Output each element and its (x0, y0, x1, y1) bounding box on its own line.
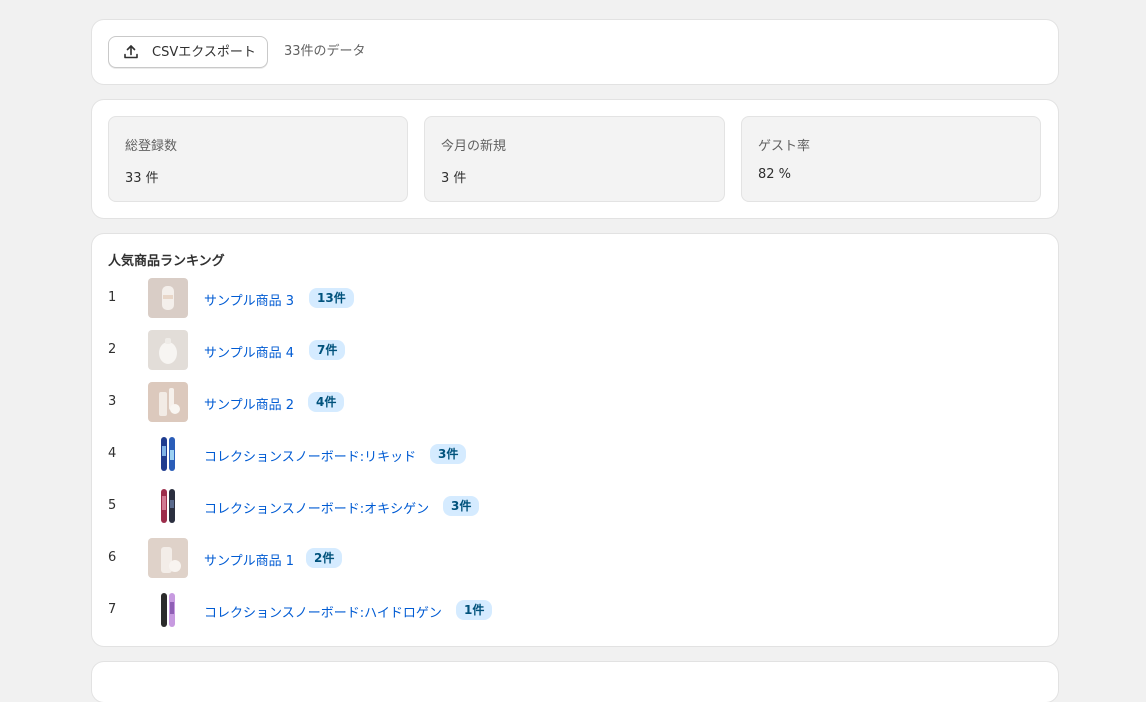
stat-value: 3 件 (441, 171, 467, 186)
rank-number: 4 (108, 446, 117, 461)
upload-icon (123, 44, 139, 60)
count-badge: 3件 (430, 444, 467, 464)
stat-new-this-month: 今月の新規 3 件 (424, 116, 725, 202)
product-thumbnail[interactable] (148, 486, 188, 526)
product-thumbnail[interactable] (148, 278, 188, 318)
stat-label: 今月の新規 (441, 139, 507, 154)
product-link[interactable]: サンプル商品 4 (204, 342, 294, 361)
ranking-row: 4 コレクションスノーボード:リキッド 3件 (108, 434, 1038, 474)
ranking-row: 3 サンプル商品 2 4件 (108, 382, 1038, 422)
product-link[interactable]: サンプル商品 2 (204, 394, 294, 413)
rank-number: 2 (108, 342, 117, 357)
toolbar-card: CSVエクスポート 33件のデータ (92, 20, 1058, 84)
ranking-row: 5 コレクションスノーボード:オキシゲン 3件 (108, 486, 1038, 526)
rank-number: 7 (108, 602, 117, 617)
product-link[interactable]: コレクションスノーボード:ハイドロゲン (204, 602, 442, 621)
ranking-card: 人気商品ランキング 1 サンプル商品 3 13件 2 サンプル商品 4 7件 3 (92, 234, 1058, 646)
count-badge: 3件 (443, 496, 480, 516)
count-badge: 13件 (309, 288, 354, 308)
stat-value: 82 % (758, 167, 792, 182)
ranking-row: 2 サンプル商品 4 7件 (108, 330, 1038, 370)
rank-number: 3 (108, 394, 117, 409)
stats-card: 総登録数 33 件 今月の新規 3 件 ゲスト率 82 % (92, 100, 1058, 218)
count-badge: 2件 (306, 548, 343, 568)
rank-number: 5 (108, 498, 117, 513)
count-badge: 7件 (309, 340, 346, 360)
stat-label: 総登録数 (125, 139, 178, 154)
product-link[interactable]: コレクションスノーボード:リキッド (204, 446, 416, 465)
stat-label: ゲスト率 (758, 139, 811, 154)
product-thumbnail[interactable] (148, 434, 188, 474)
product-thumbnail[interactable] (148, 538, 188, 578)
count-badge: 4件 (308, 392, 345, 412)
product-thumbnail[interactable] (148, 330, 188, 370)
product-link[interactable]: サンプル商品 3 (204, 290, 294, 309)
product-thumbnail[interactable] (148, 382, 188, 422)
csv-export-label: CSVエクスポート (152, 45, 256, 60)
stat-total-registrations: 総登録数 33 件 (108, 116, 408, 202)
ranking-row: 7 コレクションスノーボード:ハイドロゲン 1件 (108, 590, 1038, 630)
stat-value: 33 件 (125, 171, 159, 186)
csv-export-button[interactable]: CSVエクスポート (108, 36, 268, 68)
product-thumbnail[interactable] (148, 590, 188, 630)
next-card (92, 662, 1058, 702)
rank-number: 1 (108, 290, 117, 305)
product-link[interactable]: サンプル商品 1 (204, 550, 294, 569)
data-count-text: 33件のデータ (284, 44, 366, 59)
ranking-row: 6 サンプル商品 1 2件 (108, 538, 1038, 578)
ranking-row: 1 サンプル商品 3 13件 (108, 278, 1038, 318)
product-link[interactable]: コレクションスノーボード:オキシゲン (204, 498, 429, 517)
count-badge: 1件 (456, 600, 493, 620)
ranking-title: 人気商品ランキング (108, 254, 225, 269)
stat-guest-rate: ゲスト率 82 % (741, 116, 1041, 202)
rank-number: 6 (108, 550, 117, 565)
